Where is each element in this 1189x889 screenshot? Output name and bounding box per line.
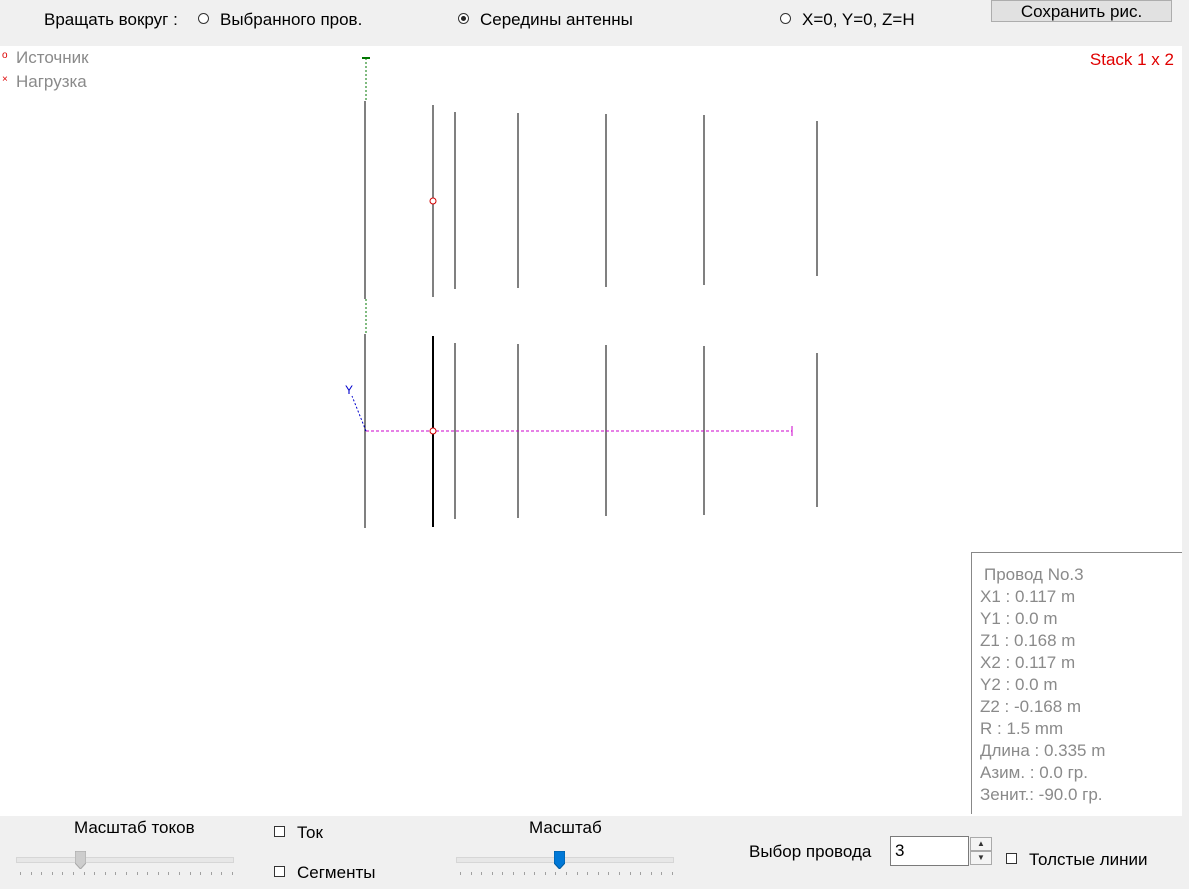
slider-tick (481, 872, 483, 875)
save-picture-button[interactable]: Сохранить рис. (991, 0, 1172, 22)
wire-info-row: X2 : 0.117 m (980, 653, 1076, 672)
slider-tick (189, 872, 191, 875)
current-scale-ticks (16, 872, 233, 876)
antenna-view-canvas[interactable]: o Источник × Нагрузка Stack 1 x 2 Y Пров… (0, 46, 1182, 816)
wire-info-row: Z2 : -0.168 m (980, 697, 1082, 716)
wire-info-row: Длина : 0.335 m (980, 741, 1106, 760)
slider-tick (640, 872, 642, 875)
slider-tick (126, 872, 127, 875)
slider-tick (502, 872, 504, 875)
y-axis-label: Y (345, 383, 353, 397)
wire-info-row: R : 1.5 mm (980, 719, 1064, 738)
rotate-around-label: Вращать вокруг : (44, 10, 178, 29)
slider-tick (566, 872, 567, 875)
slider-tick (555, 872, 557, 875)
y-axis-line (351, 395, 367, 432)
spin-up-button[interactable]: ▲ (970, 837, 992, 851)
wire-info-row: Y1 : 0.0 m (980, 609, 1058, 628)
slider-tick (544, 872, 546, 875)
scale-label: Масштаб (529, 818, 602, 837)
wire-select-label: Выбор провода (749, 842, 872, 861)
wire-select-input[interactable]: 3 (890, 836, 969, 866)
slider-tick (136, 872, 138, 875)
wire-info-row: Z1 : 0.168 m (980, 631, 1076, 650)
slider-tick (597, 872, 599, 875)
slider-tick (20, 872, 21, 875)
slider-tick (147, 872, 149, 875)
lower-source-marker (429, 427, 437, 435)
upper-source-marker (429, 197, 437, 205)
radio-antenna-center-label[interactable]: Середины антенны (480, 10, 633, 30)
slider-tick (210, 872, 212, 875)
slider-tick (629, 872, 631, 875)
wire-info-row: X1 : 0.117 m (980, 587, 1076, 606)
slider-tick (460, 872, 461, 875)
spin-down-button[interactable]: ▼ (970, 851, 992, 865)
slider-tick (179, 872, 180, 875)
wire-info-row: Азим. : 0.0 гр. (980, 763, 1088, 782)
slider-tick (62, 872, 64, 875)
slider-tick (650, 872, 652, 875)
radio-selected-wire-label[interactable]: Выбранного пров. (220, 10, 362, 30)
slider-tick (661, 872, 663, 875)
slider-tick (30, 872, 32, 875)
slider-tick (168, 872, 170, 875)
segments-checkbox[interactable] (274, 866, 285, 877)
slider-tick (576, 872, 578, 875)
right-edge-strip (1182, 46, 1189, 816)
scale-ticks (456, 872, 673, 876)
current-scale-label: Масштаб токов (74, 818, 195, 837)
toolbar: Вращать вокруг : Выбранного пров. Середи… (0, 0, 1189, 46)
slider-tick (94, 872, 96, 875)
radio-antenna-center[interactable] (458, 13, 469, 24)
current-scale-slider-thumb[interactable] (74, 850, 87, 870)
radio-origin[interactable] (780, 13, 791, 24)
bottom-controls: Масштаб токов Ток Сегменты Масштаб Выбор… (0, 816, 1189, 889)
slider-tick (157, 872, 159, 875)
thick-lines-label[interactable]: Толстые линии (1029, 850, 1148, 870)
slider-tick (232, 872, 233, 875)
slider-tick (221, 872, 223, 875)
current-checkbox-label[interactable]: Ток (297, 823, 323, 843)
slider-tick (83, 872, 85, 875)
scale-slider-thumb[interactable] (553, 850, 566, 870)
wire-info-row: Зенит.: -90.0 гр. (980, 785, 1103, 804)
slider-tick (608, 872, 610, 875)
current-checkbox[interactable] (274, 826, 285, 837)
slider-tick (115, 872, 117, 875)
slider-tick (491, 872, 493, 875)
slider-tick (523, 872, 525, 875)
slider-tick (200, 872, 202, 875)
slider-tick (587, 872, 589, 875)
wire-info-row: Y2 : 0.0 m (980, 675, 1058, 694)
slider-tick (513, 872, 514, 875)
slider-tick (470, 872, 472, 875)
slider-tick (51, 872, 53, 875)
slider-tick (534, 872, 536, 875)
slider-tick (104, 872, 106, 875)
slider-tick (619, 872, 620, 875)
radio-selected-wire[interactable] (198, 13, 209, 24)
thick-lines-checkbox[interactable] (1006, 853, 1017, 864)
current-scale-track[interactable] (16, 857, 234, 863)
wire-info-panel: Провод No.3 X1 : 0.117 m Y1 : 0.0 m Z1 :… (971, 552, 1182, 814)
slider-tick (73, 872, 74, 875)
segments-checkbox-label[interactable]: Сегменты (297, 863, 375, 883)
radio-origin-label[interactable]: X=0, Y=0, Z=H (802, 10, 915, 30)
slider-tick (41, 872, 43, 875)
wire-info-title: Провод No.3 (984, 565, 1084, 584)
slider-tick (672, 872, 673, 875)
